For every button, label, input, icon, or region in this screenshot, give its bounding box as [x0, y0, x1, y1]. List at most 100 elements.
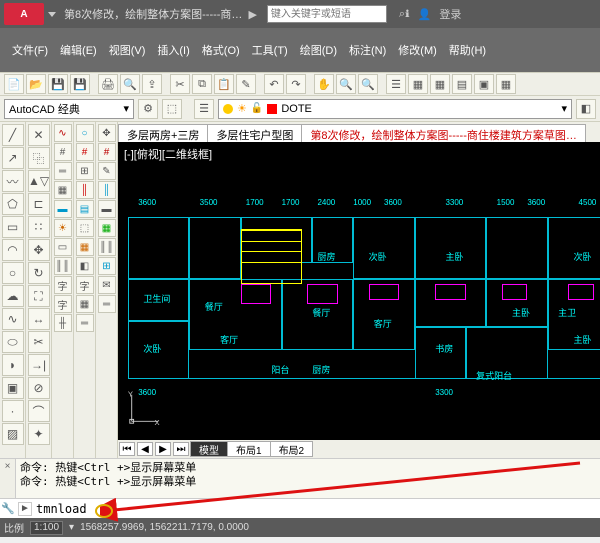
props-button[interactable]: ☰ [386, 74, 406, 94]
doc-tab-0[interactable]: 多层两房+三房 [118, 124, 208, 142]
mirror-icon[interactable]: ▲▽ [28, 170, 50, 192]
tab-last-icon[interactable]: ⏭ [173, 442, 189, 456]
doc-tab-1[interactable]: 多层住宅户型图 [207, 124, 302, 142]
block-icon[interactable]: ▣ [2, 377, 24, 399]
print-button[interactable]: 🖨 [98, 74, 118, 94]
menu-dimension[interactable]: 标注(N) [343, 39, 392, 61]
layout-tab-1[interactable]: 布局1 [227, 441, 271, 457]
markup-button[interactable]: ▣ [474, 74, 494, 94]
offset-icon[interactable]: ⊏ [28, 193, 50, 215]
ellipsearc-icon[interactable]: ◗ [2, 354, 24, 376]
erase-icon[interactable]: ✕ [28, 124, 50, 146]
v6[interactable]: ▦ [98, 219, 116, 237]
extend-icon[interactable]: →| [28, 354, 50, 376]
t9[interactable]: 字 [54, 276, 72, 294]
quick-access-caret[interactable] [48, 12, 56, 17]
login-link[interactable]: 登录 [439, 6, 461, 22]
cmd-prompt-icon[interactable]: ► [18, 502, 32, 516]
v3[interactable]: ✎ [98, 162, 116, 180]
copy-button[interactable]: ⧉ [192, 74, 212, 94]
xline-icon[interactable]: ↗ [2, 147, 24, 169]
title-play-icon[interactable]: ▶ [248, 8, 256, 21]
t10[interactable]: 字 [54, 295, 72, 313]
u5[interactable]: ▤ [76, 200, 94, 218]
wrench-icon[interactable]: 🔧 [0, 502, 16, 515]
drawing-canvas[interactable]: [-][俯视][二维线框] [118, 142, 600, 440]
layer-selector[interactable]: ☀ 🔓 DOTE ▾ [218, 99, 572, 119]
doc-tab-2[interactable]: 第8次修改，绘制整体方案图-----商住楼建筑方案草图… [301, 124, 585, 142]
undo-button[interactable]: ↶ [264, 74, 284, 94]
save-button[interactable]: 💾 [48, 74, 68, 94]
zoom2-button[interactable]: 🔍 [358, 74, 378, 94]
spline-icon[interactable]: ∿ [2, 308, 24, 330]
ssm-button[interactable]: ▤ [452, 74, 472, 94]
explode-icon[interactable]: ✦ [28, 423, 50, 445]
t2[interactable]: # [54, 143, 72, 161]
saveas-button[interactable]: 💾 [70, 74, 90, 94]
ws-settings-icon[interactable]: ⚙ [138, 99, 158, 119]
redo-button[interactable]: ↷ [286, 74, 306, 94]
t7[interactable]: ▭ [54, 238, 72, 256]
calc-button[interactable]: ▦ [496, 74, 516, 94]
t3[interactable]: ═ [54, 162, 72, 180]
array-icon[interactable]: ∷ [28, 216, 50, 238]
layout-tab-model[interactable]: 模型 [190, 441, 228, 457]
v1[interactable]: ✥ [98, 124, 116, 142]
v7[interactable]: ║║ [98, 238, 116, 256]
command-input[interactable] [34, 502, 600, 516]
menu-modify[interactable]: 修改(M) [392, 39, 443, 61]
v4[interactable]: ║ [98, 181, 116, 199]
stretch-icon[interactable]: ↔ [28, 308, 50, 330]
polygon-icon[interactable]: ⬠ [2, 193, 24, 215]
layer-tool-button[interactable]: ◧ [576, 99, 596, 119]
new-button[interactable]: 📄 [4, 74, 24, 94]
search-box[interactable] [267, 5, 387, 23]
u8[interactable]: ◧ [76, 257, 94, 275]
match-button[interactable]: ✎ [236, 74, 256, 94]
scale-caret-icon[interactable]: ▾ [69, 522, 74, 533]
copy2-icon[interactable]: ⿻ [28, 147, 50, 169]
v8[interactable]: ⊞ [98, 257, 116, 275]
tp-button[interactable]: ▦ [430, 74, 450, 94]
t5[interactable]: ▬ [54, 200, 72, 218]
trim-icon[interactable]: ✂ [28, 331, 50, 353]
cut-button[interactable]: ✂ [170, 74, 190, 94]
cmd-close-icon[interactable]: × [0, 459, 16, 498]
rect-icon[interactable]: ▭ [2, 216, 24, 238]
menu-format[interactable]: 格式(O) [196, 39, 246, 61]
revcloud-icon[interactable]: ☁ [2, 285, 24, 307]
preview-button[interactable]: 🔍 [120, 74, 140, 94]
rotate-icon[interactable]: ↻ [28, 262, 50, 284]
search-input[interactable] [267, 5, 387, 23]
menu-help[interactable]: 帮助(H) [443, 39, 492, 61]
circle-icon[interactable]: ○ [2, 262, 24, 284]
point-icon[interactable]: · [2, 400, 24, 422]
u4[interactable]: ║ [76, 181, 94, 199]
layer-props-button[interactable]: ☰ [194, 99, 214, 119]
u3[interactable]: ⊞ [76, 162, 94, 180]
ucs-icon[interactable]: XY [126, 389, 164, 430]
line-icon[interactable]: ╱ [2, 124, 24, 146]
scale-icon[interactable]: ⛶ [28, 285, 50, 307]
move-icon[interactable]: ✥ [28, 239, 50, 261]
pan-button[interactable]: ✋ [314, 74, 334, 94]
menu-insert[interactable]: 插入(I) [151, 39, 195, 61]
arc-icon[interactable]: ◠ [2, 239, 24, 261]
t11[interactable]: ╫ [54, 314, 72, 332]
layout-tab-2[interactable]: 布局2 [270, 441, 314, 457]
v5[interactable]: ▬ [98, 200, 116, 218]
u10[interactable]: ▦ [76, 295, 94, 313]
t1[interactable]: ∿ [54, 124, 72, 142]
v10[interactable]: ═ [98, 295, 116, 313]
open-button[interactable]: 📂 [26, 74, 46, 94]
paste-button[interactable]: 📋 [214, 74, 234, 94]
menu-edit[interactable]: 编辑(E) [54, 39, 103, 61]
fillet-icon[interactable]: ⌒ [28, 400, 50, 422]
u2[interactable]: # [76, 143, 94, 161]
tab-prev-icon[interactable]: ◀ [137, 442, 153, 456]
u9[interactable]: 字 [76, 276, 94, 294]
workspace-selector[interactable]: AutoCAD 经典 ▾ [4, 99, 134, 119]
t4[interactable]: ▦ [54, 181, 72, 199]
menu-view[interactable]: 视图(V) [103, 39, 152, 61]
menu-tools[interactable]: 工具(T) [246, 39, 294, 61]
